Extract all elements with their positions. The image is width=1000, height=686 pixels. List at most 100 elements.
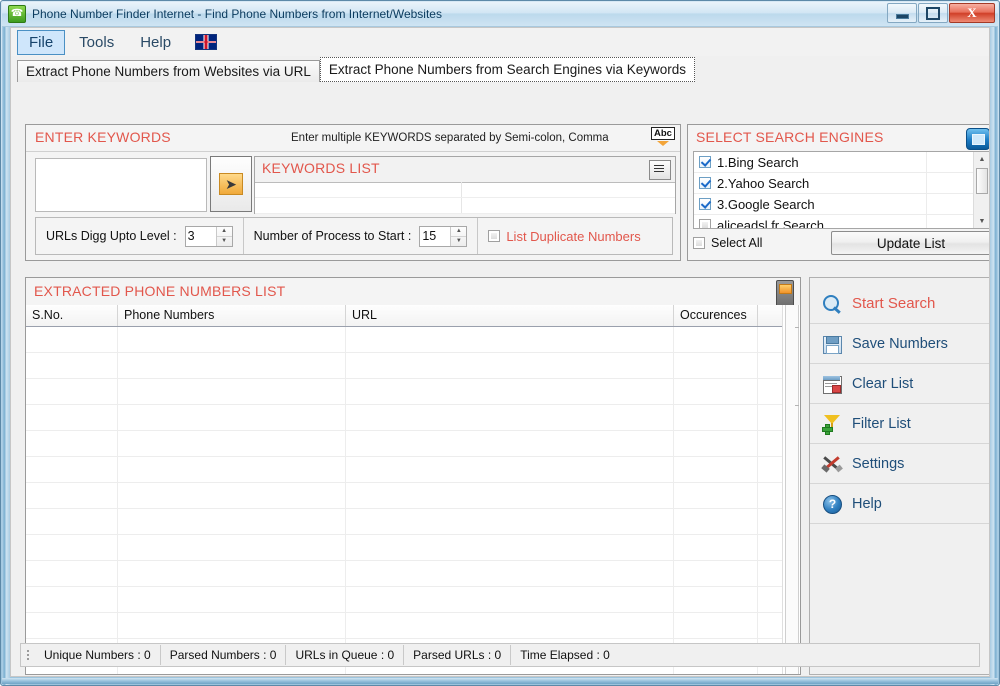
search-engines-list[interactable]: 1.Bing Search 2.Yahoo Search 3.Google Se… — [693, 151, 989, 229]
table-row[interactable] — [26, 613, 800, 639]
status-bar: Unique Numbers : 0 Parsed Numbers : 0 UR… — [20, 643, 980, 667]
engine-label-bing: 1.Bing Search — [717, 154, 799, 170]
table-row[interactable] — [26, 587, 800, 613]
engine-checkbox-yahoo[interactable] — [699, 177, 711, 189]
table-row[interactable] — [26, 431, 800, 457]
list-view-icon[interactable] — [649, 160, 671, 180]
minimize-button[interactable] — [887, 3, 917, 23]
keywords-list-grid[interactable] — [255, 182, 675, 214]
table-row[interactable] — [26, 405, 800, 431]
tab-extract-from-search-engines[interactable]: Extract Phone Numbers from Search Engine… — [319, 57, 696, 82]
client-area: File Tools Help Extract Phone Numbers fr… — [10, 27, 990, 677]
column-header-url[interactable]: URL — [346, 305, 674, 326]
engine-label-google: 3.Google Search — [717, 196, 815, 212]
engine-row-google[interactable]: 3.Google Search — [694, 194, 989, 215]
keywords-input[interactable] — [35, 158, 207, 212]
engines-column-divider — [926, 152, 927, 228]
digg-level-input[interactable] — [185, 226, 216, 246]
close-button[interactable]: X — [949, 3, 995, 23]
spellcheck-abc-icon[interactable]: Abc — [651, 127, 675, 149]
spin-down-icon[interactable]: ▼ — [451, 237, 466, 246]
table-row[interactable] — [26, 327, 800, 353]
mobile-phone-icon[interactable] — [776, 280, 794, 308]
extracted-grid-scrollbar[interactable] — [782, 305, 800, 674]
extracted-grid-header-row: S.No. Phone Numbers URL Occurences — [26, 305, 800, 327]
column-header-occurences[interactable]: Occurences — [674, 305, 758, 326]
menu-item-help[interactable]: Help — [128, 30, 183, 55]
list-duplicate-numbers-checkbox[interactable] — [488, 230, 501, 242]
help-icon: ? — [822, 494, 842, 514]
uk-flag-icon[interactable] — [195, 34, 218, 50]
engine-row-aliceadsl[interactable]: aliceadsl.fr Search — [694, 215, 989, 228]
keywords-list-row[interactable] — [255, 198, 675, 214]
keywords-cell — [255, 198, 462, 213]
engine-checkbox-bing[interactable] — [699, 156, 711, 168]
start-search-button[interactable]: Start Search — [810, 284, 989, 324]
column-header-sno[interactable]: S.No. — [26, 305, 118, 326]
scrollbar-track[interactable] — [785, 305, 799, 674]
minimize-icon — [895, 13, 909, 19]
add-keyword-button[interactable]: ➤ — [210, 156, 252, 212]
select-search-engines-panel: SELECT SEARCH ENGINES 1.Bing Search 2.Ya… — [687, 124, 989, 261]
engine-checkbox-google[interactable] — [699, 198, 711, 210]
filter-list-button[interactable]: Filter List — [810, 404, 989, 444]
digg-level-stepper[interactable]: ▲▼ — [184, 225, 233, 247]
duplicate-numbers-section[interactable]: List Duplicate Numbers — [478, 218, 650, 254]
save-numbers-label: Save Numbers — [852, 335, 948, 352]
scroll-down-icon[interactable]: ▼ — [974, 214, 989, 228]
search-icon — [822, 294, 842, 314]
scrollbar-thumb[interactable] — [976, 168, 988, 194]
keywords-panel-header: ENTER KEYWORDS Enter multiple KEYWORDS s… — [26, 125, 680, 152]
extracted-numbers-panel: EXTRACTED PHONE NUMBERS LIST S.No. Phone… — [25, 277, 801, 675]
engines-list-scrollbar[interactable]: ▲ ▼ — [973, 152, 989, 228]
save-numbers-button[interactable]: Save Numbers — [810, 324, 989, 364]
window-restore-icon[interactable] — [966, 128, 989, 150]
cell-occurences — [674, 483, 758, 508]
extracted-numbers-grid[interactable]: S.No. Phone Numbers URL Occurences — [26, 305, 800, 674]
digg-level-spin-buttons[interactable]: ▲ ▼ — [215, 226, 232, 246]
cell-phone — [118, 535, 346, 560]
engine-row-yahoo[interactable]: 2.Yahoo Search — [694, 173, 989, 194]
spin-up-icon[interactable]: ▲ — [451, 227, 467, 237]
cell-phone — [118, 327, 346, 352]
menu-item-tools[interactable]: Tools — [67, 30, 126, 55]
extracted-grid-body[interactable] — [26, 327, 800, 674]
cell-sno — [26, 613, 118, 638]
clear-list-button[interactable]: Clear List — [810, 364, 989, 404]
cell-url — [346, 509, 674, 534]
table-row[interactable] — [26, 509, 800, 535]
menu-item-file[interactable]: File — [17, 29, 66, 55]
cell-occurences — [674, 509, 758, 534]
app-phone-icon: ☎ — [8, 5, 26, 23]
cell-url — [346, 613, 674, 638]
select-search-engines-title: SELECT SEARCH ENGINES — [696, 129, 884, 145]
table-row[interactable] — [26, 535, 800, 561]
keywords-hint-text: Enter multiple KEYWORDS separated by Sem… — [291, 132, 609, 144]
engine-row-bing[interactable]: 1.Bing Search — [694, 152, 989, 173]
spin-up-icon[interactable]: ▲ — [216, 227, 232, 237]
settings-button[interactable]: Settings — [810, 444, 989, 484]
table-row[interactable] — [26, 353, 800, 379]
column-header-phone-numbers[interactable]: Phone Numbers — [118, 305, 346, 326]
maximize-button[interactable] — [918, 3, 948, 23]
select-all-checkbox[interactable] — [693, 237, 705, 249]
cell-occurences — [674, 457, 758, 482]
keywords-list-row[interactable] — [255, 182, 675, 198]
table-row[interactable] — [26, 561, 800, 587]
help-button[interactable]: ? Help — [810, 484, 989, 524]
spin-down-icon[interactable]: ▼ — [217, 237, 232, 246]
table-row[interactable] — [26, 483, 800, 509]
engine-checkbox-aliceadsl[interactable] — [699, 219, 711, 228]
process-count-stepper[interactable]: ▲▼ — [419, 225, 468, 247]
process-count-input[interactable] — [420, 226, 451, 246]
cell-phone — [118, 509, 346, 534]
cell-sno — [26, 509, 118, 534]
update-list-button[interactable]: Update List — [831, 231, 989, 255]
scroll-up-icon[interactable]: ▲ — [974, 152, 989, 166]
table-row[interactable] — [26, 379, 800, 405]
tab-extract-from-urls[interactable]: Extract Phone Numbers from Websites via … — [17, 60, 320, 82]
table-row[interactable] — [26, 457, 800, 483]
cell-url — [346, 587, 674, 612]
clear-list-label: Clear List — [852, 375, 914, 392]
process-count-spin-buttons[interactable]: ▲ ▼ — [450, 226, 467, 246]
